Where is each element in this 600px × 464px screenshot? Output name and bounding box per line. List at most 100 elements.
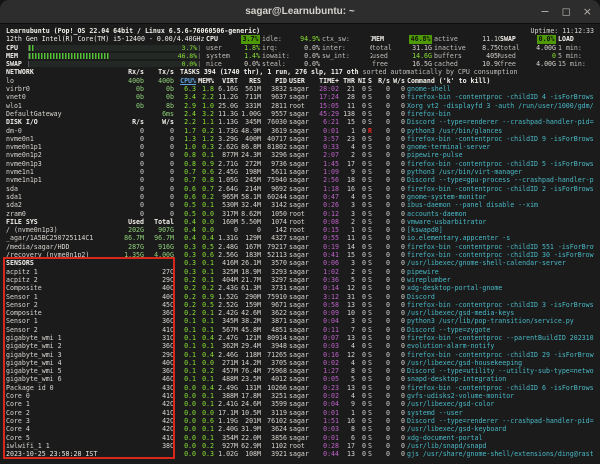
proc-command: firefox-bin -contentproc -childID 30 -is… (407, 251, 594, 260)
proc-cpu: 0.1 (184, 367, 196, 376)
proc-res: 26.1M (241, 259, 261, 268)
proc-pid: 76102 (267, 416, 287, 425)
proc-pid: 1102 (271, 441, 287, 450)
process-row: 3.4 2.2 11.2G 711M 9637 sagar 17:24 28 0 S 0 0 firef… (180, 93, 594, 101)
proc-time: 0:55 (323, 234, 339, 243)
proc-thr: 138 (343, 109, 355, 118)
proc-virt: 325M (222, 267, 238, 276)
proc-command: firefox-bin -contentproc -childID 551 -i… (407, 242, 594, 251)
proc-user: sagar (289, 450, 309, 459)
proc-res: 331M (245, 101, 261, 110)
proc-state: S (368, 275, 372, 284)
proc-thr: 9 (351, 400, 355, 409)
maximize-icon[interactable]: ◻ (562, 6, 571, 17)
proc-res: 183M (245, 251, 261, 260)
proc-mem: 0.0 (202, 217, 214, 226)
cpu-quicklook-row: CPU 3.7% (6, 44, 206, 52)
proc-pid: 80914 (267, 333, 287, 342)
proc-cpu: 1.3 (184, 134, 196, 143)
proc-rs: 0 (386, 325, 390, 334)
process-row: 0.2 0.9 1.52G 290M 75910 sagar 3:12 31 0 S 0 0 Disco… (180, 293, 594, 301)
proc-res: 245M (245, 176, 261, 185)
tasks-summary: TASKS 394 (1740 thr), 1 run, 276 slp, 11… (180, 68, 359, 77)
diskio-row: nvme0n1 0 0 (6, 135, 174, 143)
proc-time: 17:24 (319, 93, 339, 102)
proc-pid: 76030 (267, 118, 287, 127)
proc-user: sagar (289, 392, 309, 401)
proc-cpu: 0.1 (184, 358, 196, 367)
filesys-row: /recovery (nvme0n1p2) 1.35G 4.00G (6, 251, 174, 259)
proc-ni: 0 (362, 143, 366, 152)
proc-rs: 0 (386, 168, 390, 177)
proc-cpu: 6.3 (184, 85, 196, 94)
proc-ws: 0 (401, 101, 405, 110)
proc-user: sagar (289, 300, 309, 309)
proc-command: /usr/libexec/gsd-media-keys (407, 309, 515, 318)
sensor-row: Core 0 41C (6, 392, 174, 400)
sensor-temp: 29C (162, 350, 174, 359)
proc-state: S (368, 333, 372, 342)
proc-user: sagar (289, 400, 309, 409)
proc-pid: 3705 (271, 358, 287, 367)
proc-state: S (368, 118, 372, 127)
proc-mem: 0.4 (202, 383, 214, 392)
process-row: 0.2 0.1 2.42G 42.6M 3622 sagar 0:09 10 0 S 0 0/usr/… (180, 309, 594, 317)
sensor-row: Package id 0 43C (6, 384, 174, 392)
proc-virt: 6.16G (218, 85, 238, 94)
process-row: 0.2 0.2 2.43G 61.3M 3731 sagar 0:14 12 0 S 0 0 xdg-d… (180, 284, 594, 292)
mem-stat: cached (434, 60, 458, 69)
proc-thr: 15 (347, 118, 355, 127)
network-value-2: 0b (166, 85, 174, 94)
proc-time: 0:11 (323, 325, 339, 334)
current-datetime: 2023-10-25 23:58:28 IST (6, 450, 98, 459)
window-titlebar[interactable]: sagar@Learnubuntu: ~ − ◻ × (0, 0, 600, 24)
proc-thr: 28 (347, 93, 355, 102)
process-row: 0.0 0.1 354M 22.0M 3856 sagar 0:01 6 0 S 0 0 xdg-doc… (180, 434, 594, 442)
process-table: 6.3 1.8 6.16G 561M 3832 sagar 28:02 21 0 S 0 0 gnome… (180, 85, 594, 458)
proc-command: firefox-bin -contentproc -childID 2 -isF… (407, 184, 594, 193)
filesys-item-name: /recovery (nvme0n1p2) (6, 251, 90, 260)
proc-ni: 0 (362, 333, 366, 342)
network-value-1: 0b (136, 101, 144, 110)
proc-rs: 0 (386, 159, 390, 168)
proc-rs: 0 (386, 309, 390, 318)
proc-command: gnome-system-monitor (407, 192, 487, 201)
proc-state: S (368, 242, 372, 251)
diskio-value-2: 0 (170, 151, 174, 160)
process-row: 0.0 0.1 2.41G 24.6M 3599 sagar 0:04 9 0 S 0 0/usr/l… (180, 400, 594, 408)
minimize-icon[interactable]: − (540, 6, 549, 17)
col-header-mem-: MEM% (198, 76, 214, 85)
diskio-row: nvme0n1p3 0 0 (6, 160, 174, 168)
diskio-value-1: 0 (140, 184, 144, 193)
proc-ws: 0 (401, 93, 405, 102)
proc-time: 0:08 (323, 217, 339, 226)
sensor-name: gigabyte_wmi 4 (6, 358, 62, 367)
close-icon[interactable]: × (583, 6, 592, 17)
proc-user: sagar (289, 242, 309, 251)
proc-ws: 0 (401, 217, 405, 226)
proc-ni: 0 (362, 259, 366, 268)
sensor-row: gigabyte_wmi 6 46C (6, 375, 174, 383)
proc-pid: 4327 (271, 234, 287, 243)
proc-pid: 71265 (267, 350, 287, 359)
proc-time: 0:26 (323, 201, 339, 210)
proc-pid: 9557 (271, 109, 287, 118)
proc-thr: 13 (347, 300, 355, 309)
proc-pid: 3948 (271, 342, 287, 351)
proc-rs: 0 (386, 217, 390, 226)
proc-res: 32.4M (241, 201, 261, 210)
proc-ws: 0 (401, 267, 405, 276)
proc-cpu: 0.2 (184, 275, 196, 284)
proc-user: root (289, 209, 305, 218)
mem-stat: buffers (434, 51, 462, 60)
proc-rs: 0 (386, 126, 390, 135)
proc-state: S (368, 441, 372, 450)
col-header-pid: PID (275, 76, 287, 85)
mem-stat: total (372, 43, 392, 52)
proc-pid: 3119 (271, 408, 287, 417)
proc-res: 131M (245, 383, 261, 392)
diskio-value-2: 0 (170, 184, 174, 193)
proc-time: 0:41 (323, 251, 339, 260)
proc-res: 118M (245, 350, 261, 359)
proc-ws: 0 (401, 209, 405, 218)
